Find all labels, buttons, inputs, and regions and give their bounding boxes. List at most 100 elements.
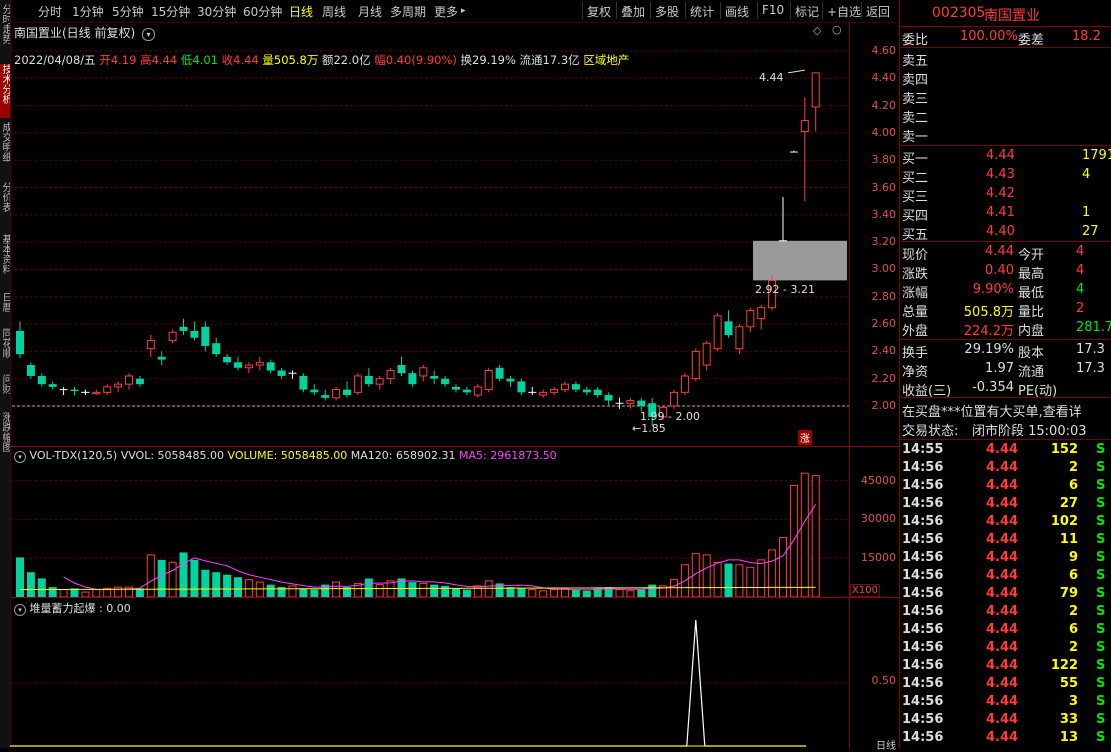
volume-bar xyxy=(234,577,242,597)
candle xyxy=(135,375,144,387)
stat2-row-0: 换手 29.19% 股本 17.3 xyxy=(900,341,1111,361)
tick-time: 14:56 xyxy=(902,694,944,709)
candle xyxy=(626,397,635,409)
tick-row: 14:56 4.44 33 S xyxy=(900,711,1111,729)
bid-row-5[interactable]: 买五 4.40 27 xyxy=(900,223,1111,243)
indicator-panel[interactable]: ▾ 堆量蓄力起爆 : 0.00 xyxy=(10,597,849,749)
stat-label-2: 今开 xyxy=(1018,248,1045,263)
period-tab-5[interactable]: 60分钟 xyxy=(243,3,282,20)
tick-side: S xyxy=(1096,730,1106,745)
tick-side: S xyxy=(1096,640,1106,655)
volume-bar xyxy=(789,485,798,598)
toolbar-separator xyxy=(861,2,862,19)
tick-row: 14:55 4.44 152 S xyxy=(900,441,1111,459)
toolbar-tool-1[interactable]: 叠加 xyxy=(621,3,645,20)
tick-price: 4.44 xyxy=(986,712,1019,727)
ask-row-4[interactable]: 卖四 xyxy=(900,68,1111,88)
side-tab-2[interactable]: 成交明细 xyxy=(0,122,10,178)
tick-side: S xyxy=(1096,568,1106,583)
period-tab-8[interactable]: 月线 xyxy=(358,3,382,20)
price-tick: 2.80 xyxy=(871,289,897,303)
ask-row-5[interactable]: 卖五 xyxy=(900,49,1111,69)
stat-value-2: 4 xyxy=(1076,263,1085,278)
candle xyxy=(70,386,79,396)
toolbar-tool-4[interactable]: 画线 xyxy=(725,3,749,20)
candle xyxy=(724,310,733,338)
period-tab-3[interactable]: 15分钟 xyxy=(151,3,190,20)
toolbar-tool-6[interactable]: 标记 xyxy=(795,3,819,20)
period-tab-10[interactable]: 更多 xyxy=(434,3,458,20)
volume-bar xyxy=(299,588,308,597)
stat2-value: 29.19% xyxy=(964,342,1014,357)
toolbar-separator xyxy=(685,2,686,19)
side-tab-4[interactable]: 基本资料 xyxy=(0,234,10,288)
tick-side: S xyxy=(1096,694,1106,709)
candle xyxy=(506,375,515,387)
volume-bar xyxy=(670,579,678,598)
toolbar-separator xyxy=(650,2,651,19)
tick-volume: 3 xyxy=(1068,694,1078,709)
volume-bar xyxy=(332,581,341,598)
bid-label: 买一 xyxy=(902,152,929,167)
period-tab-1[interactable]: 1分钟 xyxy=(72,3,104,20)
tick-row: 14:56 4.44 3 S xyxy=(900,693,1111,711)
big-order-notice[interactable]: 在买盘***位置有大买单,查看详 xyxy=(900,400,1111,420)
volume-panel[interactable]: ▾ VOL-TDX(120,5) VVOL: 5058485.00 VOLUME… xyxy=(10,446,849,598)
status-label: 交易状态: xyxy=(902,424,959,439)
volume-bar xyxy=(441,585,450,597)
tick-side: S xyxy=(1096,550,1106,565)
bid-row-4[interactable]: 买四 4.41 1 xyxy=(900,204,1111,224)
volume-bar xyxy=(310,589,319,597)
side-tab-6[interactable]: 同花顺 xyxy=(0,328,10,370)
ask-row-3[interactable]: 卖三 xyxy=(900,87,1111,107)
volume-bar xyxy=(528,589,537,598)
toolbar-separator xyxy=(757,2,758,19)
side-tab-8[interactable]: 涨跌幅图 xyxy=(0,412,10,464)
period-tab-9[interactable]: 多周期 xyxy=(390,3,426,20)
bid-price: 4.44 xyxy=(986,148,1015,163)
side-tab-7[interactable]: 问财 xyxy=(0,374,10,408)
bid-row-2[interactable]: 买二 4.43 4 xyxy=(900,166,1111,186)
tick-volume: 6 xyxy=(1068,622,1078,637)
toolbar-tool-3[interactable]: 统计 xyxy=(690,3,714,20)
period-tab-4[interactable]: 30分钟 xyxy=(197,3,236,20)
side-tab-0[interactable]: 分时走势 xyxy=(0,4,10,58)
stat-value: 4.44 xyxy=(985,244,1014,259)
period-tab-0[interactable]: 分时 xyxy=(38,3,62,20)
candle xyxy=(288,370,297,379)
candle xyxy=(593,386,602,398)
volume-bar xyxy=(212,572,221,597)
stat-label: 外盘 xyxy=(902,324,929,339)
toolbar-tool-7[interactable]: +自选 xyxy=(827,3,861,20)
candle xyxy=(114,381,123,393)
more-chevron-icon[interactable]: ▸ xyxy=(461,6,466,16)
ask-row-1[interactable]: 卖一 xyxy=(900,125,1111,145)
tick-volume: 9 xyxy=(1068,550,1078,565)
candle xyxy=(800,97,809,202)
bid-row-3[interactable]: 买三 4.42 xyxy=(900,185,1111,205)
candle xyxy=(539,389,548,398)
volume-bar xyxy=(157,559,166,597)
period-tab-7[interactable]: 周线 xyxy=(322,3,346,20)
period-tab-2[interactable]: 5分钟 xyxy=(112,3,144,20)
toolbar-tool-8[interactable]: 返回 xyxy=(866,3,890,20)
ask-row-2[interactable]: 卖二 xyxy=(900,106,1111,126)
candle xyxy=(157,351,166,366)
candlestick-chart[interactable]: 南国置业(日线 前复权) ▾ 2022/04/08/五 开4.19 高4.44 … xyxy=(10,22,849,446)
price-tick: 3.60 xyxy=(871,180,897,194)
annot-low-value: 1.85 xyxy=(641,422,666,435)
candle xyxy=(266,359,275,374)
side-tab-1[interactable]: 技术分析 xyxy=(0,64,10,118)
bid-row-1[interactable]: 买一 4.44 1791 xyxy=(900,147,1111,167)
price-tick: 3.20 xyxy=(871,235,897,249)
side-tab-5[interactable]: 日暦 xyxy=(0,292,10,324)
annot-high: 4.44 xyxy=(759,71,784,84)
period-tab-6[interactable]: 日线 xyxy=(289,3,313,20)
candle xyxy=(332,386,341,401)
toolbar-tool-2[interactable]: 多股 xyxy=(655,3,679,20)
bid-volume: 1791 xyxy=(1082,148,1111,163)
side-tab-3[interactable]: 分价表 xyxy=(0,182,10,230)
toolbar-tool-0[interactable]: 复权 xyxy=(587,3,611,20)
toolbar-tool-5[interactable]: F10 xyxy=(762,3,784,17)
tick-price: 4.44 xyxy=(986,568,1019,583)
